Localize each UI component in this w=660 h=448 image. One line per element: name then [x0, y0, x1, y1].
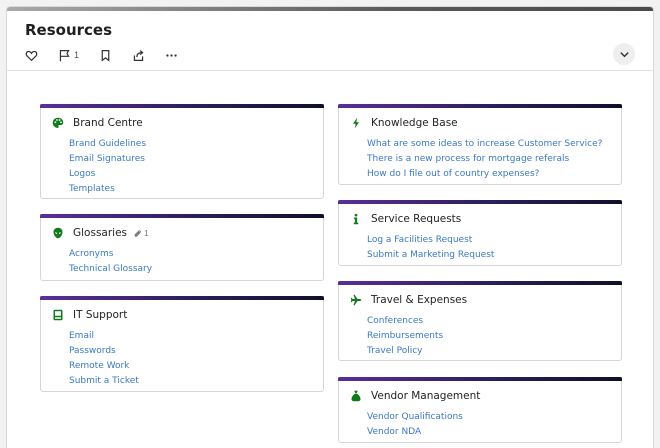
link-vendor-nda[interactable]: Vendor NDA — [367, 425, 463, 440]
link-acronyms[interactable]: Acronyms — [69, 247, 152, 262]
palette-icon — [51, 116, 65, 130]
card-service-requests: Service Requests Log a Facilities Reques… — [338, 200, 622, 266]
resources-page: Resources 1 Brand Centre Brand Guideline… — [6, 6, 654, 448]
heart-icon — [25, 50, 38, 61]
flag-count: 1 — [74, 50, 80, 60]
link-submit-ticket[interactable]: Submit a Ticket — [69, 374, 139, 389]
link-passwords[interactable]: Passwords — [69, 344, 139, 359]
link-out-of-country-expenses[interactable]: How do I file out of country expenses? — [367, 167, 602, 182]
bolt-icon — [349, 116, 363, 130]
card-title: Brand Centre — [73, 117, 143, 129]
more-button[interactable] — [165, 49, 178, 62]
flag-icon — [59, 49, 70, 61]
link-templates[interactable]: Templates — [69, 182, 146, 197]
card-title: Vendor Management — [371, 390, 481, 402]
share-button[interactable] — [132, 49, 145, 62]
link-brand-guidelines[interactable]: Brand Guidelines — [69, 137, 146, 152]
money-bag-icon — [349, 389, 363, 403]
card-travel-expenses: Travel & Expenses Conferences Reimbursem… — [338, 281, 622, 361]
chevron-down-icon — [619, 51, 629, 57]
plane-icon — [349, 293, 363, 307]
page-title: Resources — [25, 21, 113, 39]
bookmark-icon — [101, 49, 110, 62]
link-vendor-qualifications[interactable]: Vendor Qualifications — [367, 410, 463, 425]
collapse-button[interactable] — [613, 43, 635, 65]
bookmark-button[interactable] — [99, 49, 112, 62]
link-logos[interactable]: Logos — [69, 167, 146, 182]
page-header: Resources 1 — [7, 7, 653, 71]
card-vendor-management: Vendor Management Vendor Qualifications … — [338, 377, 622, 443]
card-title: Glossaries — [73, 227, 128, 239]
paperclip-icon — [134, 229, 141, 237]
alien-icon — [51, 226, 65, 240]
share-icon — [133, 49, 144, 61]
link-remote-work[interactable]: Remote Work — [69, 359, 139, 374]
link-email-signatures[interactable]: Email Signatures — [69, 152, 146, 167]
card-title: Service Requests — [371, 213, 462, 225]
info-icon — [349, 212, 363, 226]
attachment-count: 1 — [144, 228, 149, 238]
link-mortgage-referals[interactable]: There is a new process for mortgage refe… — [367, 152, 602, 167]
more-icon — [166, 53, 177, 57]
card-brand-centre: Brand Centre Brand Guidelines Email Sign… — [40, 104, 324, 199]
link-technical-glossary[interactable]: Technical Glossary — [69, 262, 152, 277]
card-title: Knowledge Base — [371, 117, 458, 129]
link-marketing-request[interactable]: Submit a Marketing Request — [367, 248, 494, 263]
link-customer-service-ideas[interactable]: What are some ideas to increase Customer… — [367, 137, 602, 152]
card-glossaries: Glossaries 1 Acronyms Technical Glossary — [40, 214, 324, 281]
action-bar: 1 — [25, 47, 198, 63]
link-reimbursements[interactable]: Reimbursements — [367, 329, 443, 344]
card-title: Travel & Expenses — [371, 294, 468, 306]
flag-button[interactable]: 1 — [58, 49, 79, 62]
link-conferences[interactable]: Conferences — [367, 314, 443, 329]
link-email[interactable]: Email — [69, 329, 139, 344]
card-it-support: IT Support Email Passwords Remote Work S… — [40, 296, 324, 392]
card-knowledge-base: Knowledge Base What are some ideas to in… — [338, 104, 622, 185]
terminal-icon — [51, 308, 65, 322]
attachment-indicator[interactable]: 1 — [133, 228, 149, 238]
link-travel-policy[interactable]: Travel Policy — [367, 344, 443, 359]
link-facilities-request[interactable]: Log a Facilities Request — [367, 233, 494, 248]
like-button[interactable] — [25, 49, 38, 62]
card-title: IT Support — [73, 309, 128, 321]
